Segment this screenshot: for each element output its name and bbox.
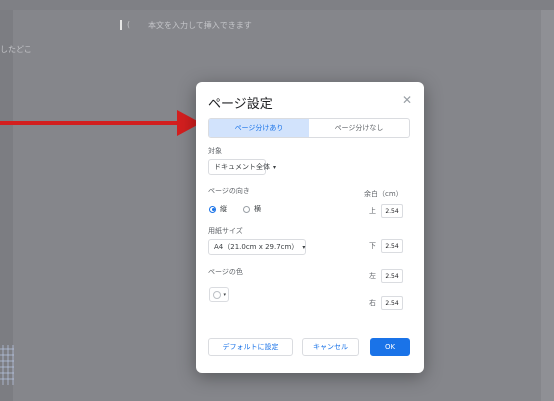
tab-pageless[interactable]: ページ分けなし [309,119,409,137]
top-bar [0,0,554,10]
page-setup-dialog: ページ設定 ✕ ページ分けあり ページ分けなし 対象 ドキュメント全体 ▾ ペー… [196,82,424,373]
margin-right-row: 右 2.54 [364,296,403,310]
pagination-tabs: ページ分けあり ページ分けなし [208,118,410,138]
page-color-picker[interactable]: ▾ [209,287,229,302]
apply-to-dropdown[interactable]: ドキュメント全体 ▾ [208,159,276,175]
orientation-portrait-radio[interactable]: 縦 [209,204,227,214]
orientation-portrait-label: 縦 [220,205,227,213]
orientation-landscape-label: 横 [254,205,261,213]
dialog-title: ページ設定 [208,97,273,112]
chevron-down-icon: ▾ [273,163,277,171]
paper-size-label: 用紙サイズ [208,227,243,235]
color-swatch-icon [213,291,221,299]
margin-left-row: 左 2.54 [364,269,403,283]
margin-right-input[interactable]: 2.54 [381,296,403,310]
close-icon[interactable]: ✕ [402,93,412,107]
margin-bottom-row: 下 2.54 [364,239,403,253]
margin-top-label: 上 [369,207,376,215]
margin-top-row: 上 2.54 [364,204,403,218]
chevron-down-icon: ▾ [223,291,226,298]
margin-left-label: 左 [369,272,376,280]
tab-paginated[interactable]: ページ分けあり [209,119,309,137]
grid-icon [0,345,14,385]
left-margin-bar [0,0,13,401]
cancel-button[interactable]: キャンセル [302,338,359,356]
orientation-label: ページの向き [208,187,250,195]
margin-right-label: 右 [369,299,376,307]
margin-top-input[interactable]: 2.54 [381,204,403,218]
apply-to-label: 対象 [208,147,222,155]
radio-unselected-icon [243,205,250,213]
text-cursor [120,20,122,30]
page-color-label: ページの色 [208,268,243,276]
radio-selected-icon [209,205,216,213]
paper-size-value: A4（21.0cm x 29.7cm） [214,243,299,251]
margins-label: 余白（cm） [364,190,403,198]
ok-button[interactable]: OK [370,338,410,356]
annotation-arrow-line [0,121,180,125]
paper-size-dropdown[interactable]: A4（21.0cm x 29.7cm） ▾ [208,239,306,255]
chevron-down-icon: ▾ [302,243,306,251]
margin-bottom-input[interactable]: 2.54 [381,239,403,253]
margin-bottom-label: 下 [369,242,376,250]
document-side-text: したどこ [0,45,32,54]
margin-left-input[interactable]: 2.54 [381,269,403,283]
document-hint-text: 本文を入力して挿入できます [148,21,252,30]
apply-to-value: ドキュメント全体 [214,163,270,171]
orientation-landscape-radio[interactable]: 横 [243,204,261,214]
hint-prefix: ( [127,20,131,29]
set-as-default-button[interactable]: デフォルトに設定 [208,338,293,356]
